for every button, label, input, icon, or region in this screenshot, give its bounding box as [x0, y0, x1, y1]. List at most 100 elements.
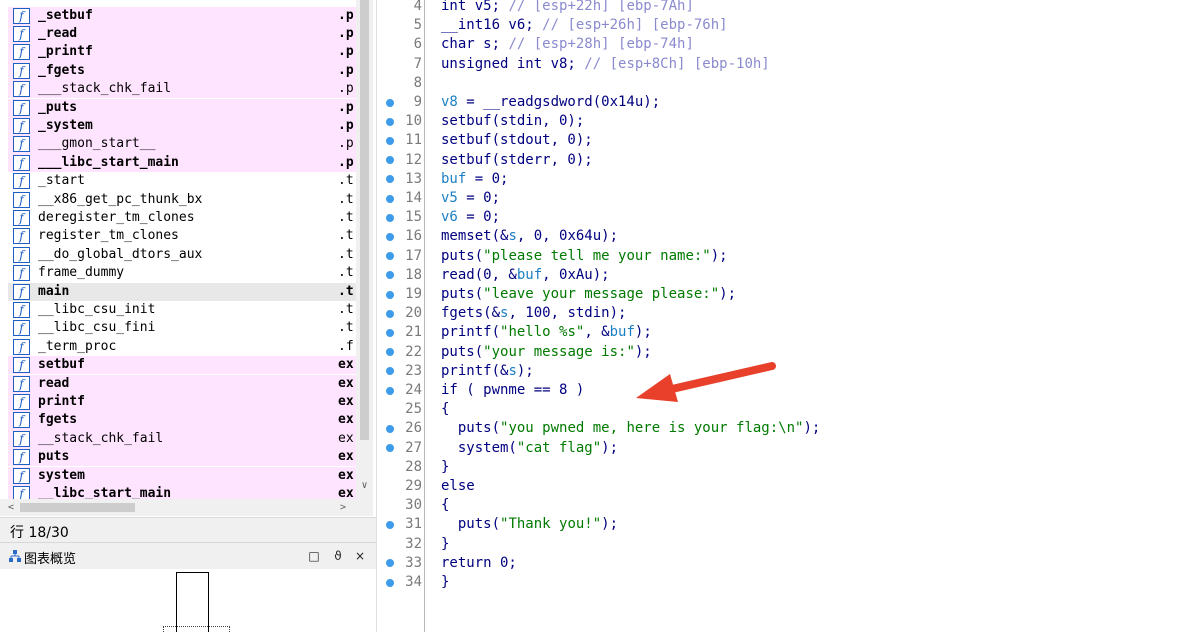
- breakpoint-dot-icon[interactable]: [386, 290, 394, 299]
- vertical-scroll-thumb[interactable]: [360, 0, 369, 440]
- pseudocode-view[interactable]: 4 int v5; // [esp+22h] [ebp-7Ah] 5 __int16 …: [376, 0, 1200, 632]
- code-line[interactable]: 8: [377, 74, 1200, 93]
- breakpoint-dot-icon[interactable]: [386, 424, 394, 433]
- function-row[interactable]: f _puts .p: [8, 98, 356, 117]
- code-line[interactable]: 17 puts("please tell me your name:");: [377, 247, 1200, 266]
- function-row[interactable]: f system ex: [8, 466, 356, 485]
- function-row[interactable]: f register_tm_clones .t: [8, 227, 356, 245]
- code-line[interactable]: 23 printf(&s);: [377, 362, 1200, 381]
- breakpoint-dot-icon[interactable]: [386, 194, 394, 203]
- breakpoint-dot-icon[interactable]: [386, 117, 394, 126]
- breakpoint-dot-icon[interactable]: [386, 309, 394, 318]
- function-row[interactable]: f _fgets .p: [8, 61, 356, 81]
- overview-viewport-frame[interactable]: [163, 626, 230, 632]
- breakpoint-dot-icon[interactable]: [386, 232, 394, 241]
- horizontal-scrollbar[interactable]: < >: [0, 499, 373, 516]
- function-row[interactable]: f printf ex: [8, 392, 356, 412]
- code-text: unsigned int v8; // [esp+8Ch] [ebp-10h]: [441, 55, 770, 74]
- code-line[interactable]: 26 puts("you pwned me, here is your flag…: [377, 419, 1200, 438]
- breakpoint-dot-icon[interactable]: [386, 156, 394, 165]
- function-row[interactable]: f ___stack_chk_fail .p: [8, 80, 356, 99]
- breakpoint-dot-icon[interactable]: [386, 213, 394, 222]
- code-line[interactable]: 4 int v5; // [esp+22h] [ebp-7Ah]: [377, 0, 1200, 16]
- breakpoint-dot-icon[interactable]: [386, 367, 394, 376]
- breakpoint-dot-icon[interactable]: [386, 559, 394, 568]
- function-row[interactable]: f _printf .p: [8, 43, 356, 62]
- function-row[interactable]: f _start .t: [8, 172, 356, 190]
- code-line[interactable]: 31 puts("Thank you!");: [377, 515, 1200, 534]
- code-line[interactable]: 7 unsigned int v8; // [esp+8Ch] [ebp-10h]: [377, 55, 1200, 74]
- scroll-left-icon[interactable]: <: [4, 499, 18, 516]
- breakpoint-dot-icon[interactable]: [386, 444, 394, 453]
- function-row[interactable]: f _system .p: [8, 116, 356, 136]
- code-line[interactable]: 33 return 0;: [377, 554, 1200, 573]
- code-line[interactable]: 34}: [377, 573, 1200, 592]
- code-line[interactable]: 18 read(0, &buf, 0xAu);: [377, 266, 1200, 285]
- code-token: if ( pwnme == 8 ): [441, 382, 585, 398]
- breakpoint-dot-icon[interactable]: [386, 520, 394, 529]
- vertical-scrollbar[interactable]: ∨: [356, 0, 373, 499]
- function-row[interactable]: f __libc_csu_init .t: [8, 301, 356, 319]
- code-line[interactable]: 22 puts("your message is:");: [377, 343, 1200, 362]
- overview-canvas[interactable]: [0, 569, 376, 632]
- function-row[interactable]: f fgets ex: [8, 411, 356, 430]
- function-row[interactable]: f deregister_tm_clones .t: [8, 209, 356, 227]
- code-line[interactable]: 12 setbuf(stderr, 0);: [377, 151, 1200, 170]
- function-row[interactable]: f __x86_get_pc_thunk_bx .t: [8, 191, 356, 209]
- code-line[interactable]: 24 if ( pwnme == 8 ): [377, 381, 1200, 400]
- float-window-button[interactable]: □: [306, 547, 322, 565]
- horizontal-scroll-thumb[interactable]: [20, 503, 135, 512]
- breakpoint-dot-icon[interactable]: [386, 98, 394, 107]
- pin-window-button[interactable]: ϑ: [330, 547, 346, 565]
- function-row[interactable]: f __libc_start_main ex: [8, 484, 356, 499]
- function-row[interactable]: f puts ex: [8, 448, 356, 467]
- function-row[interactable]: f __libc_csu_fini .t: [8, 319, 356, 337]
- function-row[interactable]: f setbuf ex: [8, 356, 356, 375]
- code-line[interactable]: 25 {: [377, 400, 1200, 419]
- function-row[interactable]: f _read .p: [8, 24, 356, 44]
- scroll-down-icon[interactable]: ∨: [356, 478, 373, 494]
- breakpoint-dot-icon[interactable]: [386, 252, 394, 261]
- function-row[interactable]: f __do_global_dtors_aux .t: [8, 246, 356, 264]
- breakpoint-dot-icon[interactable]: [386, 136, 394, 145]
- function-segment: ex: [338, 467, 354, 483]
- code-token: else: [441, 478, 475, 494]
- code-text: v5 = 0;: [441, 189, 500, 208]
- code-line[interactable]: 30 {: [377, 496, 1200, 515]
- code-line[interactable]: 29 else: [377, 477, 1200, 496]
- code-line[interactable]: 20 fgets(&s, 100, stdin);: [377, 304, 1200, 323]
- breakpoint-dot-icon[interactable]: [386, 578, 394, 587]
- scroll-right-icon[interactable]: >: [336, 499, 350, 516]
- line-number: 27: [405, 439, 422, 456]
- code-line[interactable]: 15 v6 = 0;: [377, 208, 1200, 227]
- code-line[interactable]: 16 memset(&s, 0, 0x64u);: [377, 227, 1200, 246]
- breakpoint-dot-icon[interactable]: [386, 271, 394, 280]
- function-row[interactable]: f frame_dummy .t: [8, 264, 356, 282]
- function-row[interactable]: f main .t: [8, 282, 356, 301]
- code-line[interactable]: 9 v8 = __readgsdword(0x14u);: [377, 93, 1200, 112]
- function-row[interactable]: f ___gmon_start__ .p: [8, 135, 356, 154]
- code-line[interactable]: 13 buf = 0;: [377, 170, 1200, 189]
- code-line[interactable]: 19 puts("leave your message please:");: [377, 285, 1200, 304]
- breakpoint-dot-icon[interactable]: [386, 348, 394, 357]
- breakpoint-dot-icon[interactable]: [386, 175, 394, 184]
- code-line[interactable]: 5 __int16 v6; // [esp+26h] [ebp-76h]: [377, 16, 1200, 35]
- code-line[interactable]: 28}: [377, 458, 1200, 477]
- code-line[interactable]: 10 setbuf(stdin, 0);: [377, 112, 1200, 131]
- code-line[interactable]: 14 v5 = 0;: [377, 189, 1200, 208]
- function-row[interactable]: f _setbuf .p: [8, 6, 356, 25]
- code-line[interactable]: 11 setbuf(stdout, 0);: [377, 131, 1200, 150]
- code-line[interactable]: 6 char s; // [esp+28h] [ebp-74h]: [377, 35, 1200, 54]
- code-line[interactable]: 32}: [377, 535, 1200, 554]
- function-row[interactable]: f __stack_chk_fail ex: [8, 429, 356, 449]
- function-row[interactable]: f ___libc_start_main .p: [8, 153, 356, 173]
- breakpoint-dot-icon[interactable]: [386, 386, 394, 395]
- code-line[interactable]: 27 system("cat flag");: [377, 439, 1200, 458]
- close-window-button[interactable]: ×: [352, 547, 368, 565]
- breakpoint-dot-icon[interactable]: [386, 328, 394, 337]
- function-list[interactable]: f _setbuf .p f _read .p f _printf .p f _fgets .p f __…: [8, 0, 356, 499]
- function-row[interactable]: f _term_proc .f: [8, 338, 356, 356]
- code-line[interactable]: 21 printf("hello %s", &buf);: [377, 323, 1200, 342]
- function-name: read: [38, 375, 70, 391]
- function-row[interactable]: f read ex: [8, 374, 356, 393]
